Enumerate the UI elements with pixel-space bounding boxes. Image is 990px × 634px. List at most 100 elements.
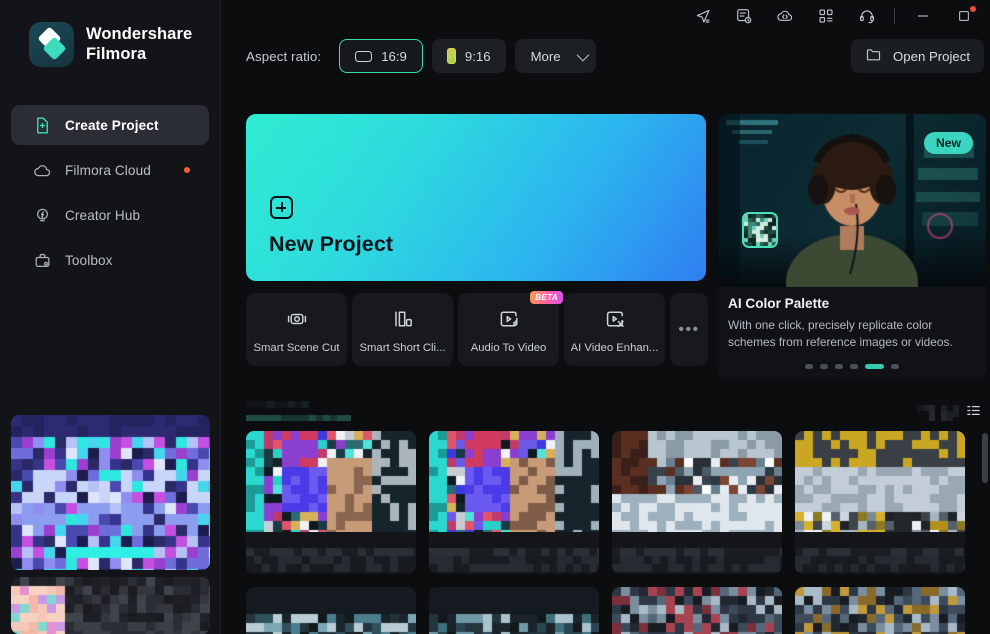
project-card[interactable] xyxy=(795,431,965,574)
sidebar-promo-card[interactable] xyxy=(11,415,210,570)
tool-label: Smart Scene Cut xyxy=(253,342,340,354)
task-list-icon[interactable] xyxy=(723,0,764,31)
chevron-down-icon xyxy=(576,48,589,61)
brand-logo-block: Wondershare Filmora xyxy=(0,0,220,67)
headset-support-icon[interactable] xyxy=(846,0,887,31)
portrait-frame-icon xyxy=(446,48,456,64)
promo-card-ai-color-palette[interactable]: New AI Color Palette With one click, pre… xyxy=(718,114,986,379)
new-file-plus-icon xyxy=(33,116,52,135)
content-area: New Project Smart Scene Cut Smart Short … xyxy=(221,81,990,634)
project-card[interactable] xyxy=(612,431,782,574)
brand-line-2: Filmora xyxy=(86,44,147,63)
beta-badge: BETA xyxy=(530,291,563,304)
carousel-dot[interactable] xyxy=(835,364,843,369)
carousel-dot[interactable] xyxy=(805,364,813,369)
carousel-dot[interactable] xyxy=(820,364,828,369)
audio-to-video-icon xyxy=(497,307,521,331)
project-section-title-redacted xyxy=(246,401,351,421)
project-thumbnail xyxy=(795,431,965,532)
tool-label: Smart Short Cli... xyxy=(359,342,446,354)
project-card[interactable] xyxy=(429,431,599,574)
open-project-button[interactable]: Open Project xyxy=(851,39,984,73)
brand-name: Wondershare Filmora xyxy=(86,25,192,63)
titlebar-divider xyxy=(894,7,895,24)
project-thumbnail xyxy=(429,431,599,532)
new-project-card[interactable]: New Project xyxy=(246,114,706,281)
aspect-ratio-16-9-label: 16:9 xyxy=(381,48,407,64)
sidebar-item-creator-hub[interactable]: Creator Hub xyxy=(11,195,209,235)
project-meta-redacted xyxy=(429,532,599,574)
sidebar: Wondershare Filmora Create Project Filmo… xyxy=(0,0,221,634)
project-card[interactable] xyxy=(246,431,416,574)
tool-ai-video-enhancer[interactable]: AI Video Enhan... xyxy=(564,293,665,366)
aspect-ratio-9-16-label: 9:16 xyxy=(464,48,491,64)
project-card[interactable] xyxy=(612,587,782,634)
cloud-icon xyxy=(33,161,52,180)
more-label: More xyxy=(530,48,561,64)
sidebar-item-label: Create Project xyxy=(65,117,159,133)
project-thumbnail xyxy=(795,587,965,634)
carousel-dot-active[interactable] xyxy=(865,364,884,369)
landscape-frame-icon xyxy=(355,50,373,62)
aspect-ratio-9-16-button[interactable]: 9:16 xyxy=(431,39,506,73)
short-clip-icon xyxy=(391,307,415,331)
more-tools-button[interactable]: ••• xyxy=(670,293,708,366)
aspect-ratio-more-button[interactable]: More xyxy=(514,39,596,73)
sidebar-item-filmora-cloud[interactable]: Filmora Cloud xyxy=(11,150,209,190)
project-thumbnail xyxy=(612,587,782,634)
promo-description: With one click, precisely replicate colo… xyxy=(728,318,953,350)
tool-smart-short-clips[interactable]: Smart Short Cli... xyxy=(352,293,453,366)
project-thumbnail xyxy=(612,431,782,532)
minimize-button[interactable] xyxy=(902,0,943,31)
project-thumbnail xyxy=(246,431,416,532)
maximize-button[interactable] xyxy=(943,0,984,31)
project-view-controls xyxy=(917,399,982,421)
project-meta-redacted xyxy=(795,532,965,574)
promo-reference-thumbnail xyxy=(742,212,778,248)
toolbox-icon xyxy=(33,251,52,270)
sidebar-notification-dot xyxy=(184,167,190,173)
tool-smart-scene-cut[interactable]: Smart Scene Cut xyxy=(246,293,347,366)
filmora-logo-icon xyxy=(29,22,74,67)
send-feedback-icon[interactable] xyxy=(682,0,723,31)
view-option-icon-redacted-2[interactable] xyxy=(941,399,959,421)
sidebar-promo-thumbnail xyxy=(11,415,210,570)
update-notification-dot xyxy=(970,6,976,12)
view-option-icon-redacted-1[interactable] xyxy=(917,399,935,421)
sidebar-nav: Create Project Filmora Cloud Creator Hub… xyxy=(0,105,220,280)
scene-cut-icon xyxy=(285,307,309,331)
project-thumbnail xyxy=(246,587,416,634)
ai-enhance-icon xyxy=(603,307,627,331)
project-meta-redacted xyxy=(246,532,416,574)
project-card[interactable] xyxy=(795,587,965,634)
sidebar-item-label: Creator Hub xyxy=(65,207,141,223)
apps-grid-icon[interactable] xyxy=(805,0,846,31)
sidebar-item-label: Toolbox xyxy=(65,252,113,268)
aspect-ratio-toolbar: Aspect ratio: 16:9 9:16 More Open Projec… xyxy=(221,31,990,81)
project-section-header xyxy=(246,397,984,425)
tool-audio-to-video[interactable]: BETA Audio To Video xyxy=(458,291,563,366)
tool-label: AI Video Enhan... xyxy=(570,342,659,354)
project-card[interactable] xyxy=(246,587,416,634)
project-thumbnail xyxy=(429,587,599,634)
sidebar-item-create-project[interactable]: Create Project xyxy=(11,105,209,145)
promo-title: AI Color Palette xyxy=(728,296,830,311)
sidebar-item-toolbox[interactable]: Toolbox xyxy=(11,240,209,280)
sidebar-item-label: Filmora Cloud xyxy=(65,162,151,178)
promo-carousel-dots[interactable] xyxy=(718,364,986,369)
filmora-app-window: Wondershare Filmora Create Project Filmo… xyxy=(0,0,990,634)
project-meta-redacted xyxy=(612,532,782,574)
cloud-sync-icon[interactable] xyxy=(764,0,805,31)
aspect-ratio-16-9-button[interactable]: 16:9 xyxy=(339,39,423,73)
content-scrollbar-thumb[interactable] xyxy=(982,433,988,483)
project-card[interactable] xyxy=(429,587,599,634)
sidebar-account-thumbnail xyxy=(11,577,210,634)
carousel-dot[interactable] xyxy=(850,364,858,369)
sidebar-account-card[interactable] xyxy=(11,577,210,634)
carousel-dot[interactable] xyxy=(891,364,899,369)
sidebar-bottom-cards xyxy=(11,415,210,634)
brand-line-1: Wondershare xyxy=(86,25,193,44)
ai-tools-row: Smart Scene Cut Smart Short Cli... BETA xyxy=(246,291,708,366)
list-view-icon[interactable] xyxy=(965,402,982,419)
window-titlebar xyxy=(221,0,990,31)
